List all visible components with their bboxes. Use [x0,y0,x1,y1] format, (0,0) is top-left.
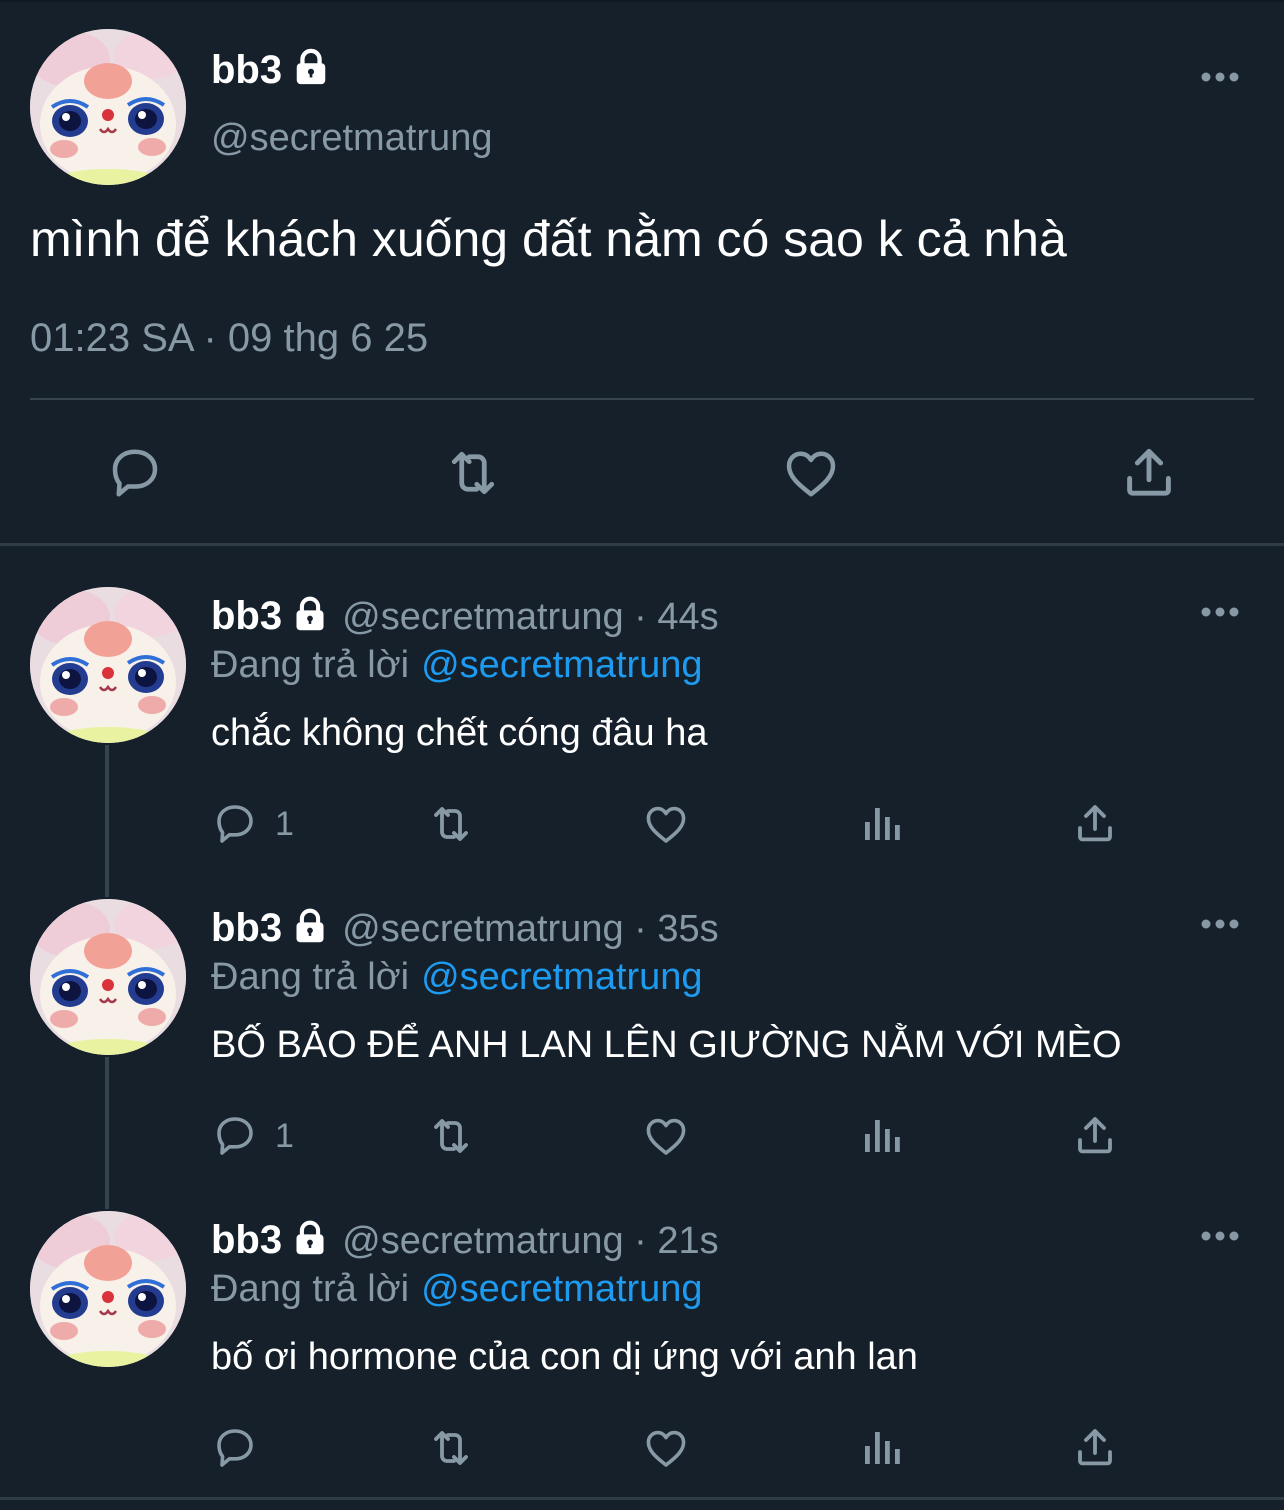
mention-link[interactable]: @secretmatrung [421,644,702,686]
handle[interactable]: @secretmatrung [211,117,492,160]
section-separator [0,1497,1284,1500]
retweet-button[interactable] [424,1424,478,1472]
tweet-text: mình để khách xuống đất nằm có sao k cả … [30,211,1067,267]
reply-button[interactable] [211,1424,275,1472]
more-icon[interactable] [1200,918,1240,938]
reply-button[interactable]: 1 [211,800,294,848]
replying-to: Đang trả lời @secretmatrung [211,644,703,687]
section-separator [0,543,1284,546]
avatar[interactable] [30,1211,186,1367]
display-name[interactable]: bb3 [211,594,282,638]
retweet-button[interactable] [424,1112,478,1160]
views-icon [857,1424,905,1472]
thread-line [105,745,109,897]
display-name-text: bb3 [211,48,283,92]
share-icon [1071,1110,1119,1160]
handle-time[interactable]: @secretmatrung · 44s [342,596,719,638]
replying-label: Đang trả lời [211,956,410,998]
like-button[interactable] [641,800,691,848]
like-button[interactable] [641,1424,691,1472]
more-icon[interactable] [1200,1230,1240,1250]
more-icon[interactable] [1200,606,1240,626]
share-icon [1118,441,1180,503]
share-icon [1071,798,1119,848]
views-icon [857,1112,905,1160]
reply-count: 1 [275,1116,294,1155]
display-name[interactable]: bb3 [211,48,330,93]
share-icon [1071,1422,1119,1472]
like-icon [641,800,691,848]
reply-header: bb3 @secretmatrung · 44s [211,594,719,639]
views-icon [857,800,905,848]
replying-to: Đang trả lời @secretmatrung [211,1268,703,1311]
reply-icon [105,443,165,503]
like-button[interactable] [641,1112,691,1160]
avatar[interactable] [30,899,186,1055]
reply-count: 1 [275,804,294,843]
handle-time[interactable]: @secretmatrung · 35s [342,908,719,950]
views-button[interactable] [857,800,905,848]
reply-icon [211,800,259,848]
reply-icon [211,1112,259,1160]
views-button[interactable] [857,1424,905,1472]
tweet-timestamp[interactable]: 01:23 SA · 09 thg 6 25 [30,316,428,361]
retweet-icon [424,800,478,848]
mention-link[interactable]: @secretmatrung [421,1268,702,1310]
reply-header: bb3 @secretmatrung · 21s [211,1218,719,1263]
lock-icon [292,48,330,86]
replying-label: Đang trả lời [211,644,410,686]
lock-icon [292,1220,328,1256]
handle-time[interactable]: @secretmatrung · 21s [342,1220,719,1262]
share-button[interactable] [1118,441,1180,503]
display-name[interactable]: bb3 [211,906,282,950]
lock-icon [292,908,328,944]
thread-line [105,1057,109,1209]
display-name[interactable]: bb3 [211,1218,282,1262]
reply-text: bố ơi hormone của con dị ứng với anh lan [211,1336,918,1378]
divider [30,398,1254,400]
like-icon [641,1424,691,1472]
reply-header: bb3 @secretmatrung · 35s [211,906,719,951]
like-icon [780,443,842,503]
like-button[interactable] [780,443,842,503]
retweet-icon [424,1112,478,1160]
share-button[interactable] [1071,798,1119,848]
retweet-icon [424,1424,478,1472]
top-edge [0,0,1284,2]
retweet-button[interactable] [424,800,478,848]
reply-text: chắc không chết cóng đâu ha [211,712,708,754]
share-button[interactable] [1071,1110,1119,1160]
retweet-icon [440,443,506,503]
reply-button[interactable] [105,443,165,503]
avatar[interactable] [30,587,186,743]
like-icon [641,1112,691,1160]
more-icon[interactable] [1200,71,1240,91]
avatar[interactable] [30,29,186,185]
mention-link[interactable]: @secretmatrung [421,956,702,998]
share-button[interactable] [1071,1422,1119,1472]
reply-icon [211,1424,259,1472]
reply-text: BỐ BẢO ĐỂ ANH LAN LÊN GIƯỜNG NẰM VỚI MÈO [211,1024,1122,1066]
replying-label: Đang trả lời [211,1268,410,1310]
replying-to: Đang trả lời @secretmatrung [211,956,703,999]
views-button[interactable] [857,1112,905,1160]
reply-button[interactable]: 1 [211,1112,294,1160]
retweet-button[interactable] [440,443,506,503]
lock-icon [292,596,328,632]
